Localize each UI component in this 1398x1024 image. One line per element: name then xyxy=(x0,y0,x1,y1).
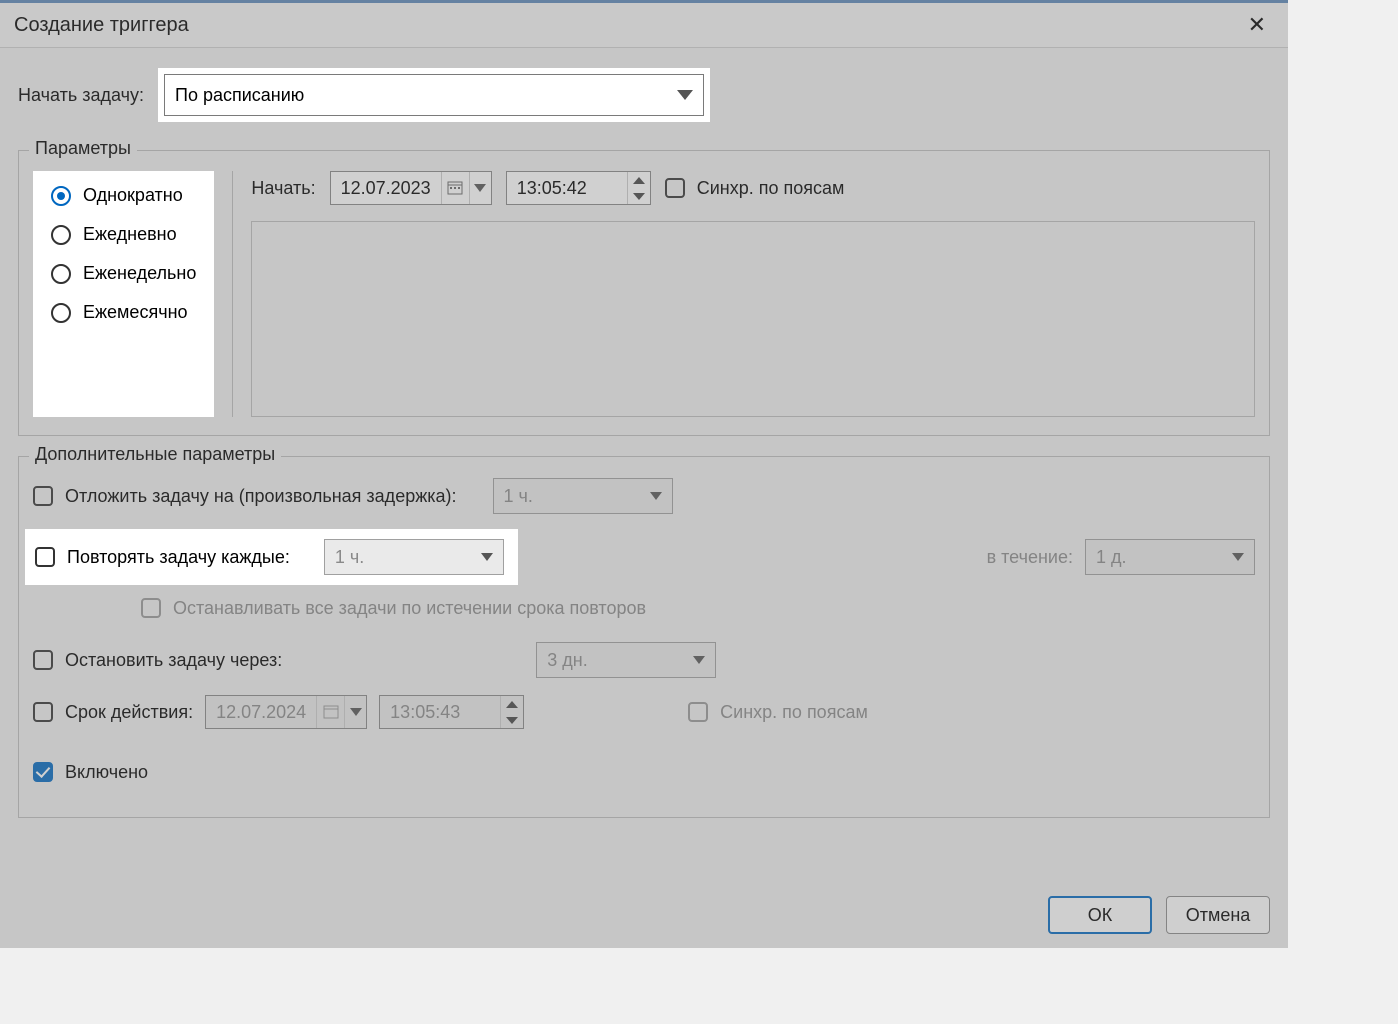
radio-icon xyxy=(51,303,71,323)
dialog-title: Создание триггера xyxy=(14,14,189,37)
cancel-button-label: Отмена xyxy=(1186,905,1251,926)
cancel-button[interactable]: Отмена xyxy=(1166,896,1270,934)
radio-once-label: Однократно xyxy=(83,185,183,206)
expire-checkbox[interactable] xyxy=(33,702,53,722)
chevron-down-icon xyxy=(693,656,705,664)
stop-after-label: Остановить задачу через: xyxy=(65,650,282,671)
start-time-value: 13:05:42 xyxy=(507,178,627,199)
delay-combo[interactable]: 1 ч. xyxy=(493,478,673,514)
radio-icon xyxy=(51,186,71,206)
start-date-picker[interactable]: 12.07.2023 xyxy=(330,171,492,205)
advanced-group: Дополнительные параметры Отложить задачу… xyxy=(18,456,1270,818)
spinner-icon xyxy=(500,696,523,728)
ok-button[interactable]: ОК xyxy=(1048,896,1152,934)
repeat-label: Повторять задачу каждые: xyxy=(67,547,290,568)
chevron-down-icon xyxy=(650,492,662,500)
repeat-checkbox[interactable] xyxy=(35,547,55,567)
close-icon[interactable]: ✕ xyxy=(1240,8,1274,42)
begin-task-value: По расписанию xyxy=(175,85,304,106)
delay-label: Отложить задачу на (произвольная задержк… xyxy=(65,486,457,507)
radio-monthly-label: Ежемесячно xyxy=(83,302,188,323)
repeat-value: 1 ч. xyxy=(335,547,364,568)
duration-label: в течение: xyxy=(987,547,1073,568)
delay-value: 1 ч. xyxy=(504,486,533,507)
duration-value: 1 д. xyxy=(1096,547,1127,568)
radio-once[interactable]: Однократно xyxy=(51,185,196,206)
radio-daily-label: Ежедневно xyxy=(83,224,177,245)
radio-weekly[interactable]: Еженедельно xyxy=(51,263,196,284)
start-time-picker[interactable]: 13:05:42 xyxy=(506,171,651,205)
stop-all-label: Останавливать все задачи по истечении ср… xyxy=(173,598,646,619)
titlebar: Создание триггера ✕ xyxy=(0,0,1288,48)
calendar-icon xyxy=(316,696,344,728)
divider xyxy=(232,171,233,417)
start-label: Начать: xyxy=(251,178,315,199)
radio-monthly[interactable]: Ежемесячно xyxy=(51,302,196,323)
params-legend: Параметры xyxy=(29,138,137,159)
expire-label: Срок действия: xyxy=(65,702,193,723)
enabled-label: Включено xyxy=(65,762,148,783)
radio-icon xyxy=(51,264,71,284)
enabled-checkbox[interactable] xyxy=(33,762,53,782)
sync-tz-label: Синхр. по поясам xyxy=(697,178,845,199)
stop-after-combo[interactable]: 3 дн. xyxy=(536,642,716,678)
begin-task-combo[interactable]: По расписанию xyxy=(164,74,704,116)
chevron-down-icon xyxy=(1232,553,1244,561)
schedule-radios: Однократно Ежедневно Еженедельно Ежемеся… xyxy=(33,171,214,417)
expire-date-value: 12.07.2024 xyxy=(206,702,316,723)
expire-date-picker[interactable]: 12.07.2024 xyxy=(205,695,367,729)
params-group: Параметры Однократно Ежедневно Еженедель… xyxy=(18,150,1270,436)
delay-checkbox[interactable] xyxy=(33,486,53,506)
sync-tz-checkbox[interactable] xyxy=(665,178,685,198)
expire-time-value: 13:05:43 xyxy=(380,702,500,723)
advanced-legend: Дополнительные параметры xyxy=(29,444,281,465)
calendar-icon xyxy=(441,172,469,204)
stop-after-checkbox[interactable] xyxy=(33,650,53,670)
radio-daily[interactable]: Ежедневно xyxy=(51,224,196,245)
stop-after-value: 3 дн. xyxy=(547,650,587,671)
chevron-down-icon xyxy=(469,172,491,204)
radio-icon xyxy=(51,225,71,245)
chevron-down-icon xyxy=(677,90,693,100)
ok-button-label: ОК xyxy=(1088,905,1113,926)
repeat-combo[interactable]: 1 ч. xyxy=(324,539,504,575)
schedule-detail-panel xyxy=(251,221,1255,417)
duration-combo[interactable]: 1 д. xyxy=(1085,539,1255,575)
expire-sync-checkbox xyxy=(688,702,708,722)
start-date-value: 12.07.2023 xyxy=(331,178,441,199)
radio-weekly-label: Еженедельно xyxy=(83,263,196,284)
stop-all-checkbox xyxy=(141,598,161,618)
expire-sync-label: Синхр. по поясам xyxy=(720,702,868,723)
spinner-icon xyxy=(627,172,650,204)
chevron-down-icon xyxy=(344,696,366,728)
expire-time-picker[interactable]: 13:05:43 xyxy=(379,695,524,729)
begin-task-label: Начать задачу: xyxy=(18,85,144,106)
chevron-down-icon xyxy=(481,553,493,561)
